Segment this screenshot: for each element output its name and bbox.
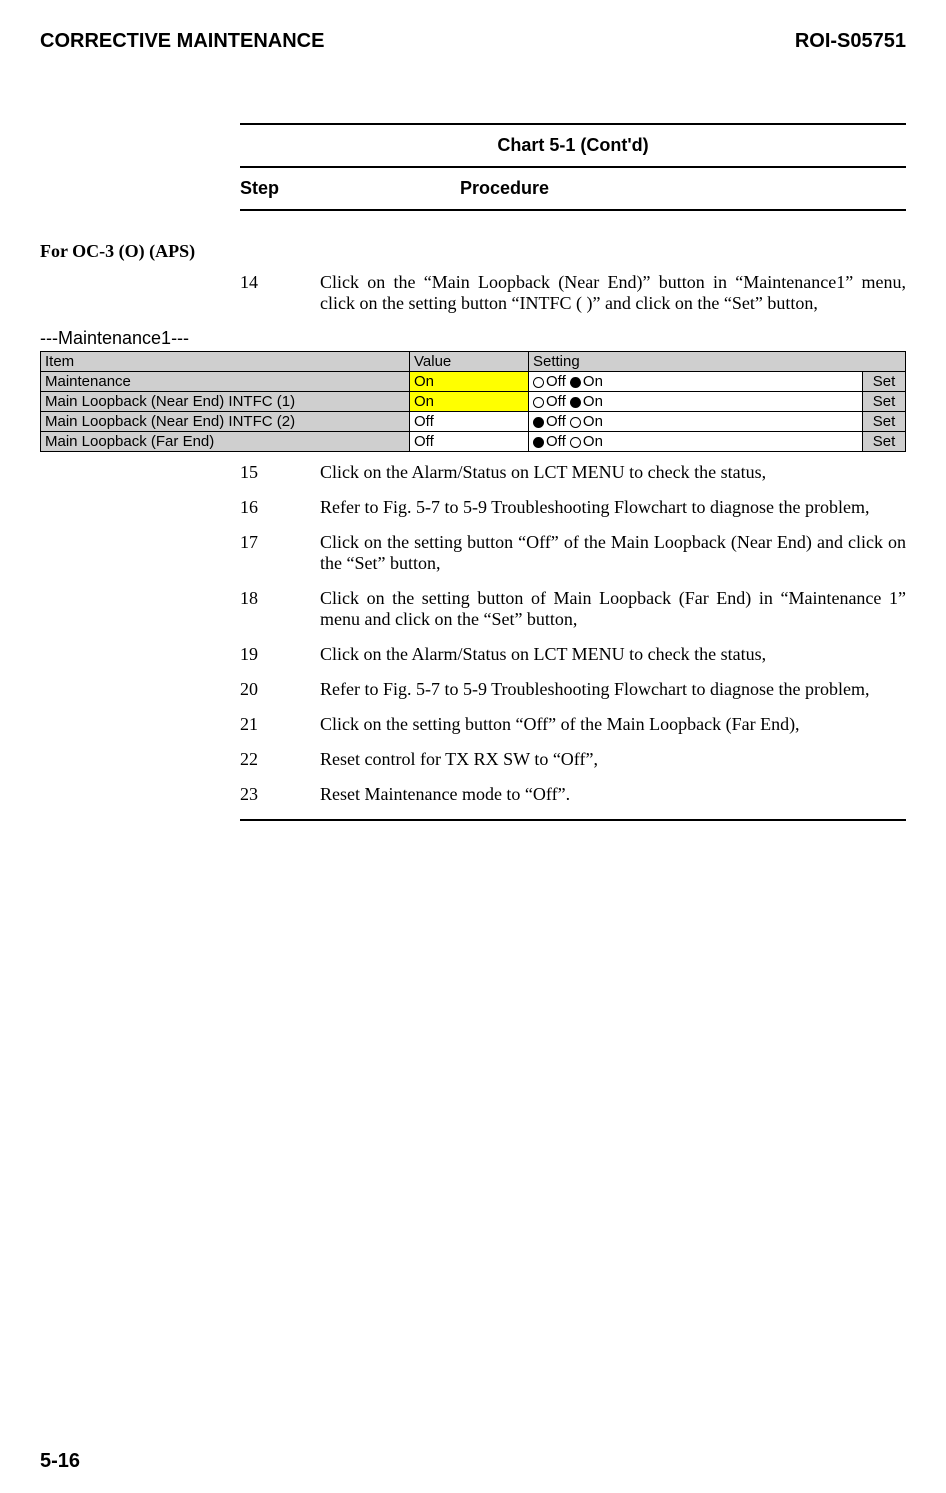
step-number: 17 — [240, 532, 320, 574]
step-row: 22Reset control for TX RX SW to “Off”, — [240, 749, 906, 770]
page-number: 5-16 — [40, 1450, 80, 1473]
step-text: Refer to Fig. 5-7 to 5-9 Troubleshooting… — [320, 497, 906, 518]
label-on: On — [583, 413, 603, 430]
radio-on-icon[interactable] — [570, 437, 581, 448]
set-button[interactable]: Set — [863, 372, 906, 392]
table-row: MaintenanceOnOff OnSet — [41, 372, 906, 392]
step-row: 20Refer to Fig. 5-7 to 5-9 Troubleshooti… — [240, 679, 906, 700]
maintenance1-label: ---Maintenance1--- — [40, 328, 906, 349]
radio-off-icon[interactable] — [533, 377, 544, 388]
col-procedure: Procedure — [460, 178, 549, 199]
label-on: On — [583, 393, 603, 410]
step-number: 21 — [240, 714, 320, 735]
maintenance-table: Item Value Setting MaintenanceOnOff OnSe… — [40, 351, 906, 452]
header-left: CORRECTIVE MAINTENANCE — [40, 30, 324, 53]
cell-item: Main Loopback (Far End) — [41, 432, 410, 452]
step-text: Refer to Fig. 5-7 to 5-9 Troubleshooting… — [320, 679, 906, 700]
label-on: On — [583, 433, 603, 450]
table-row: Main Loopback (Near End) INTFC (1)OnOff … — [41, 392, 906, 412]
cell-item: Maintenance — [41, 372, 410, 392]
cell-item: Main Loopback (Near End) INTFC (1) — [41, 392, 410, 412]
step-number: 20 — [240, 679, 320, 700]
page-header: CORRECTIVE MAINTENANCE ROI-S05751 — [40, 30, 906, 53]
step-number: 19 — [240, 644, 320, 665]
table-row: Main Loopback (Near End) INTFC (2)OffOff… — [41, 412, 906, 432]
step-text: Reset control for TX RX SW to “Off”, — [320, 749, 906, 770]
step-number: 18 — [240, 588, 320, 630]
col-step: Step — [240, 178, 460, 199]
step-row: 15Click on the Alarm/Status on LCT MENU … — [240, 462, 906, 483]
step-row: 21Click on the setting button “Off” of t… — [240, 714, 906, 735]
step-row: 17Click on the setting button “Off” of t… — [240, 532, 906, 574]
set-button[interactable]: Set — [863, 392, 906, 412]
th-value: Value — [410, 352, 529, 372]
radio-on-icon[interactable] — [570, 377, 581, 388]
set-button[interactable]: Set — [863, 432, 906, 452]
step-text: Click on the “Main Loopback (Near End)” … — [320, 272, 906, 314]
label-off: Off — [546, 393, 566, 410]
step-number: 22 — [240, 749, 320, 770]
cell-value: Off — [410, 412, 529, 432]
section-heading: For OC-3 (O) (APS) — [40, 241, 906, 262]
radio-on-icon[interactable] — [570, 417, 581, 428]
step-text: Click on the setting button of Main Loop… — [320, 588, 906, 630]
cell-item: Main Loopback (Near End) INTFC (2) — [41, 412, 410, 432]
step-text: Click on the Alarm/Status on LCT MENU to… — [320, 644, 906, 665]
cell-value: Off — [410, 432, 529, 452]
radio-off-icon[interactable] — [533, 417, 544, 428]
cell-value: On — [410, 372, 529, 392]
chart-header-block: Chart 5-1 (Cont'd) Step Procedure — [240, 123, 906, 211]
step-procedure-header: Step Procedure — [240, 174, 906, 211]
step-row: 23Reset Maintenance mode to “Off”. — [240, 784, 906, 805]
step-text: Click on the setting button “Off” of the… — [320, 714, 906, 735]
step-number: 14 — [240, 272, 320, 314]
step-row: 16Refer to Fig. 5-7 to 5-9 Troubleshooti… — [240, 497, 906, 518]
cell-setting[interactable]: Off On — [529, 432, 863, 452]
header-right: ROI-S05751 — [795, 30, 906, 53]
label-on: On — [583, 373, 603, 390]
step-text: Click on the setting button “Off” of the… — [320, 532, 906, 574]
step-number: 16 — [240, 497, 320, 518]
radio-on-icon[interactable] — [570, 397, 581, 408]
step-row: 14Click on the “Main Loopback (Near End)… — [240, 272, 906, 314]
label-off: Off — [546, 433, 566, 450]
radio-off-icon[interactable] — [533, 437, 544, 448]
step-text: Click on the Alarm/Status on LCT MENU to… — [320, 462, 906, 483]
cell-setting[interactable]: Off On — [529, 372, 863, 392]
step-number: 15 — [240, 462, 320, 483]
step-number: 23 — [240, 784, 320, 805]
label-off: Off — [546, 413, 566, 430]
table-row: Main Loopback (Far End)OffOff OnSet — [41, 432, 906, 452]
radio-off-icon[interactable] — [533, 397, 544, 408]
step-row: 18Click on the setting button of Main Lo… — [240, 588, 906, 630]
table-header-row: Item Value Setting — [41, 352, 906, 372]
end-rule — [240, 819, 906, 821]
th-setting: Setting — [529, 352, 906, 372]
cell-setting[interactable]: Off On — [529, 412, 863, 432]
set-button[interactable]: Set — [863, 412, 906, 432]
cell-setting[interactable]: Off On — [529, 392, 863, 412]
cell-value: On — [410, 392, 529, 412]
label-off: Off — [546, 373, 566, 390]
chart-title: Chart 5-1 (Cont'd) — [240, 123, 906, 168]
th-item: Item — [41, 352, 410, 372]
step-row: 19Click on the Alarm/Status on LCT MENU … — [240, 644, 906, 665]
step-text: Reset Maintenance mode to “Off”. — [320, 784, 906, 805]
